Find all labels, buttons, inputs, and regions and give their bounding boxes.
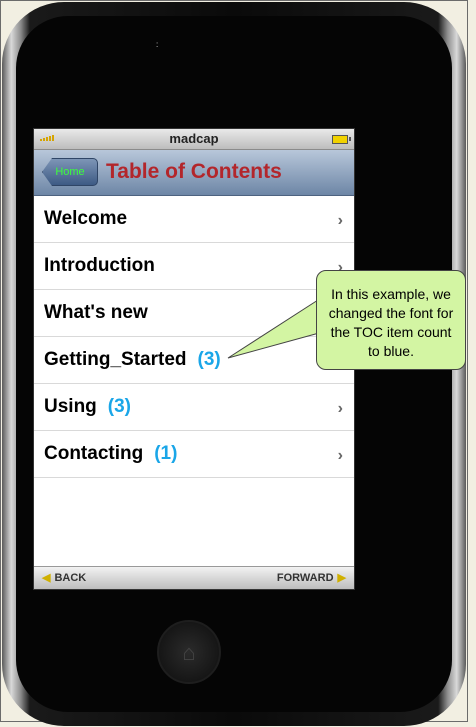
phone-screen: madcap Home Table of Contents Welcome › … [33, 128, 355, 590]
toc-item-welcome[interactable]: Welcome › [34, 196, 354, 243]
speaker-icon: : [156, 40, 159, 49]
callout-note: In this example, we changed the font for… [316, 270, 466, 370]
toc-item-getting-started[interactable]: Getting_Started (3) [34, 337, 354, 384]
toc-item-label: Contacting [44, 443, 144, 464]
page-title: Table of Contents [106, 160, 282, 183]
battery-icon [332, 135, 351, 144]
forward-label: FORWARD [276, 571, 334, 584]
toc-item-count: (3) [197, 349, 221, 370]
toc-item-whats-new[interactable]: What's new › [34, 290, 354, 337]
toc-item-label: Using [44, 396, 97, 417]
device-home-button[interactable]: ⌂ [157, 620, 221, 684]
home-icon: ⌂ [182, 640, 196, 665]
toc-item-label: Introduction [44, 255, 155, 276]
nav-bar: Home Table of Contents [34, 150, 354, 196]
toc-item-label: Getting_Started [44, 349, 187, 370]
chevron-right-icon: › [337, 400, 343, 417]
back-button[interactable]: ◀ BACK [42, 571, 87, 585]
toc-item-contacting[interactable]: Contacting (1) › [34, 431, 354, 478]
chevron-right-icon: › [337, 447, 343, 464]
toc-item-label: What's new [44, 302, 148, 323]
toc-list: Welcome › Introduction › What's new › Ge… [34, 196, 354, 478]
back-label: BACK [54, 571, 87, 584]
bottom-toolbar: ◀ BACK FORWARD ▶ [34, 566, 354, 589]
carrier-name: madcap [169, 131, 219, 146]
toc-item-label: Welcome [44, 208, 128, 229]
back-arrow-icon: ◀ [42, 572, 51, 584]
status-bar: madcap [34, 129, 354, 150]
chevron-right-icon: › [337, 212, 343, 229]
toc-item-introduction[interactable]: Introduction › [34, 243, 354, 290]
home-button[interactable]: Home [42, 158, 98, 186]
toc-item-count: (1) [154, 443, 178, 464]
toc-item-count: (3) [107, 396, 132, 417]
forward-button[interactable]: FORWARD ▶ [276, 571, 346, 585]
forward-arrow-icon: ▶ [337, 572, 346, 584]
toc-item-using[interactable]: Using (3) › [34, 384, 354, 431]
